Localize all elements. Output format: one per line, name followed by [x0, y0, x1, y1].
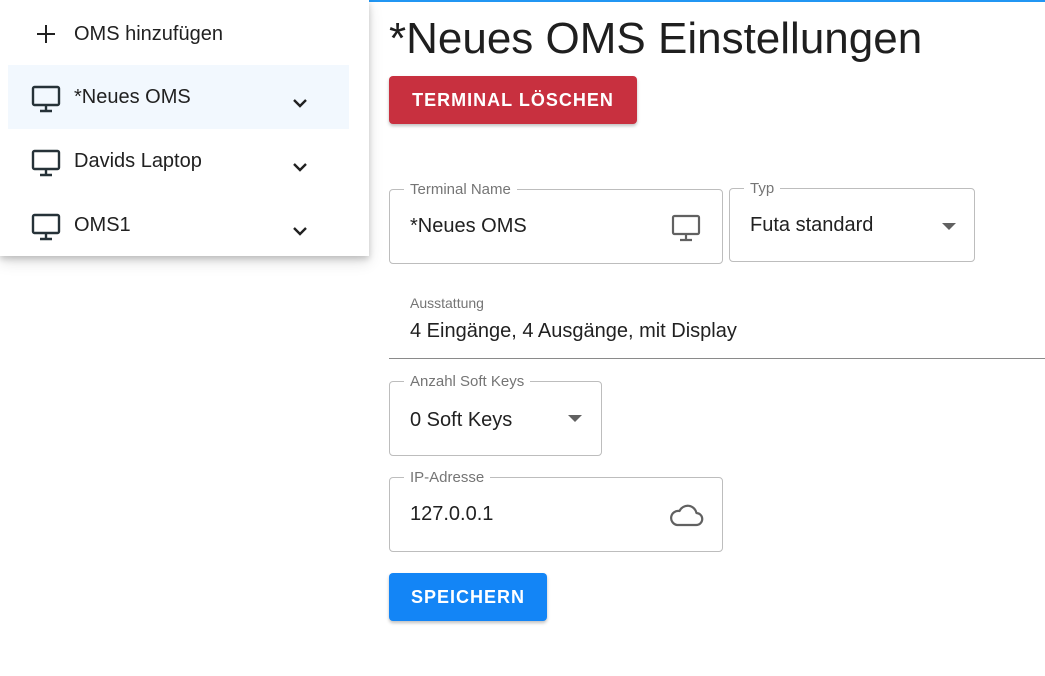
dropdown-arrow-icon[interactable] [568, 415, 582, 422]
terminal-name-field[interactable]: Terminal Name *Neues OMS [389, 181, 723, 264]
chevron-down-icon[interactable] [288, 155, 312, 179]
delete-terminal-button[interactable]: TERMINAL LÖSCHEN [389, 76, 637, 124]
ip-address-value[interactable]: 127.0.0.1 [410, 502, 493, 526]
soft-keys-value[interactable]: 0 Soft Keys [410, 408, 512, 432]
sidebar-item-label: OMS1 [74, 214, 131, 236]
chevron-down-icon[interactable] [288, 91, 312, 115]
terminal-sidebar: OMS hinzufügen *Neues OMS Davids Laptop … [0, 0, 369, 256]
monitor-icon [31, 85, 61, 113]
sidebar-item-label: Davids Laptop [74, 150, 202, 172]
ausstattung-label: Ausstattung [410, 295, 484, 311]
chevron-down-icon[interactable] [288, 219, 312, 243]
terminal-name-value[interactable]: *Neues OMS [410, 214, 527, 238]
add-oms-label: OMS hinzufügen [74, 23, 223, 45]
ausstattung-value[interactable]: 4 Eingänge, 4 Ausgänge, mit Display [410, 319, 737, 343]
cloud-icon [670, 504, 704, 527]
typ-value[interactable]: Futa standard [750, 213, 873, 237]
page-title: *Neues OMS Einstellungen [389, 14, 923, 63]
dropdown-arrow-icon[interactable] [942, 223, 956, 230]
top-accent-line [369, 0, 1045, 2]
monitor-icon [31, 149, 61, 177]
monitor-icon [31, 213, 61, 241]
sidebar-item-davids-laptop[interactable]: Davids Laptop [8, 129, 349, 193]
sidebar-item-oms1[interactable]: OMS1 [8, 193, 349, 257]
ausstattung-field[interactable]: Ausstattung 4 Eingänge, 4 Ausgänge, mit … [389, 286, 1045, 359]
sidebar-item-label: *Neues OMS [74, 86, 191, 108]
monitor-icon [671, 214, 701, 242]
typ-select[interactable]: Typ Futa standard [729, 180, 975, 262]
soft-keys-label: Anzahl Soft Keys [404, 373, 531, 390]
save-button[interactable]: SPEICHERN [389, 573, 547, 621]
plus-icon [37, 25, 55, 43]
sidebar-item-neues-oms[interactable]: *Neues OMS [8, 65, 349, 129]
ip-address-label: IP-Adresse [404, 469, 491, 486]
add-oms-button[interactable]: OMS hinzufügen [0, 2, 369, 64]
typ-label: Typ [744, 180, 781, 197]
soft-keys-select[interactable]: Anzahl Soft Keys 0 Soft Keys [389, 373, 602, 456]
ip-address-field[interactable]: IP-Adresse 127.0.0.1 [389, 469, 723, 552]
terminal-name-label: Terminal Name [404, 181, 517, 198]
